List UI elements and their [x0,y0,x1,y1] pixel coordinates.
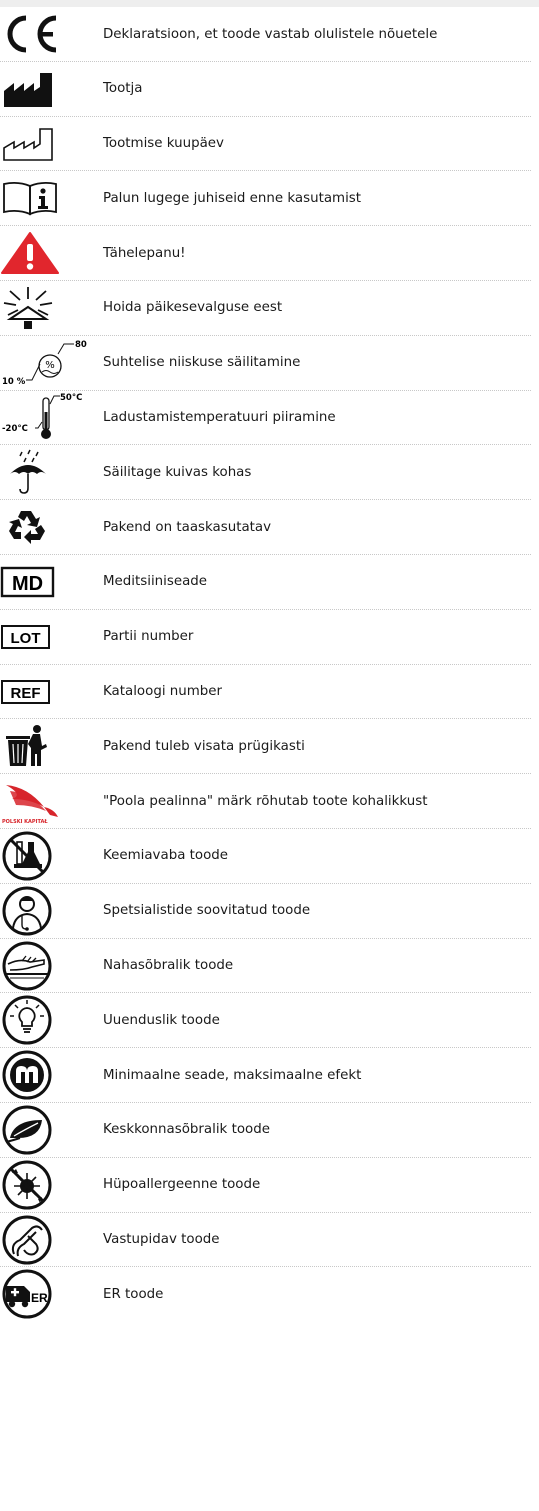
chemical-free-icon [0,829,90,883]
list-item: Tootja [0,62,531,117]
item-label: Ladustamistemperatuuri piiramine [103,410,336,426]
list-item: POLSKI KAPITAŁ "Poola pealinna" märk rõh… [0,774,531,829]
polish-capital-logo-icon: POLSKI KAPITAŁ [0,774,90,828]
list-item: ER ER toode [0,1267,531,1322]
specialist-recommended-icon [0,884,90,938]
item-label: Minimaalne seade, maksimaalne efekt [103,1067,362,1083]
item-label: Palun lugege juhiseid enne kasutamist [103,190,362,206]
svg-text:80 %: 80 % [75,340,90,350]
ref-icon: REF [0,665,90,719]
item-label: Nahasõbralik toode [103,958,234,974]
item-label: Partii number [103,629,194,645]
item-label: Uuenduslik toode [103,1012,220,1028]
list-item: LOT Partii number [0,610,531,665]
svg-text:POLSKI KAPITAŁ: POLSKI KAPITAŁ [2,819,48,825]
list-item: Nahasõbralik toode [0,939,531,994]
skin-friendly-icon [0,939,90,993]
item-label: Spetsialistide soovitatud toode [103,903,311,919]
svg-text:LOT: LOT [11,630,41,647]
list-item: 50°C -20°C Ladustamistemperatuuri piiram… [0,391,531,446]
hypoallergenic-icon [0,1158,90,1212]
keep-dry-icon [0,445,90,499]
item-label: Säilitage kuivas kohas [103,464,252,480]
item-label: Keskkonnasõbralik toode [103,1122,270,1138]
keep-away-sunlight-icon [0,281,90,335]
svg-text:MD: MD [12,573,43,595]
item-label: Kataloogi number [103,684,223,700]
eco-friendly-icon [0,1103,90,1157]
humidity-limit-icon: % 80 % 10 % [0,336,90,390]
item-label: Tähelepanu! [103,245,186,261]
md-icon: MD [0,555,90,609]
item-label: Deklaratsioon, et toode vastab olulistel… [103,26,438,42]
manufacture-date-icon [0,117,90,171]
list-item: Minimaalne seade, maksimaalne efekt [0,1048,531,1103]
list-item: Keskkonnasõbralik toode [0,1103,531,1158]
list-item: MD Meditsiiniseade [0,555,531,610]
svg-text:50°C: 50°C [60,393,82,403]
minimal-device-icon [0,1048,90,1102]
list-item: Tähelepanu! [0,226,531,281]
lot-icon: LOT [0,610,90,664]
item-label: Hüpoallergeenne toode [103,1177,261,1193]
ce-mark-icon [0,7,90,61]
list-item: Deklaratsioon, et toode vastab olulistel… [0,7,531,62]
symbol-list: Deklaratsioon, et toode vastab olulistel… [0,7,539,1322]
svg-text:%: % [45,360,55,371]
list-item: Spetsialistide soovitatud toode [0,884,531,939]
svg-text:10 %: 10 % [2,377,26,387]
list-item: % 80 % 10 % Suhtelise niiskuse säilitami… [0,336,531,391]
list-item: Tootmise kuupäev [0,117,531,172]
temperature-limit-icon: 50°C -20°C [0,391,90,445]
list-item: REF Kataloogi number [0,665,531,720]
list-item: Pakend tuleb visata prügikasti [0,719,531,775]
list-item: Palun lugege juhiseid enne kasutamist [0,171,531,227]
durable-icon [0,1213,90,1267]
item-label: Hoida päikesevalguse eest [103,300,283,316]
item-label: Keemiavaba toode [103,848,229,864]
list-item: Vastupidav toode [0,1213,531,1268]
list-item: Hoida päikesevalguse eest [0,281,531,336]
list-item: Pakend on taaskasutatav [0,500,531,555]
item-label: Pakend tuleb visata prügikasti [103,738,305,754]
item-label: Suhtelise niiskuse säilitamine [103,355,301,371]
list-item: Säilitage kuivas kohas [0,445,531,501]
list-item: Uuenduslik toode [0,993,531,1049]
top-bar [0,0,539,7]
item-label: "Poola pealinna" märk rõhutab toote koha… [103,793,428,809]
svg-text:ER: ER [31,1291,48,1305]
innovative-icon [0,993,90,1047]
warning-icon [0,226,90,280]
instructions-icon [0,171,90,225]
svg-text:REF: REF [11,685,41,702]
er-product-icon: ER [0,1267,90,1321]
trash-bin-icon [0,719,90,773]
manufacturer-icon [0,62,90,116]
item-label: Tootmise kuupäev [103,136,224,152]
item-label: ER toode [103,1286,164,1302]
list-item: Hüpoallergeenne toode [0,1158,531,1213]
item-label: Tootja [103,81,143,97]
recycle-icon [0,500,90,554]
item-label: Vastupidav toode [103,1232,220,1248]
item-label: Pakend on taaskasutatav [103,519,272,535]
svg-text:-20°C: -20°C [2,424,28,434]
list-item: Keemiavaba toode [0,829,531,884]
item-label: Meditsiiniseade [103,574,208,590]
